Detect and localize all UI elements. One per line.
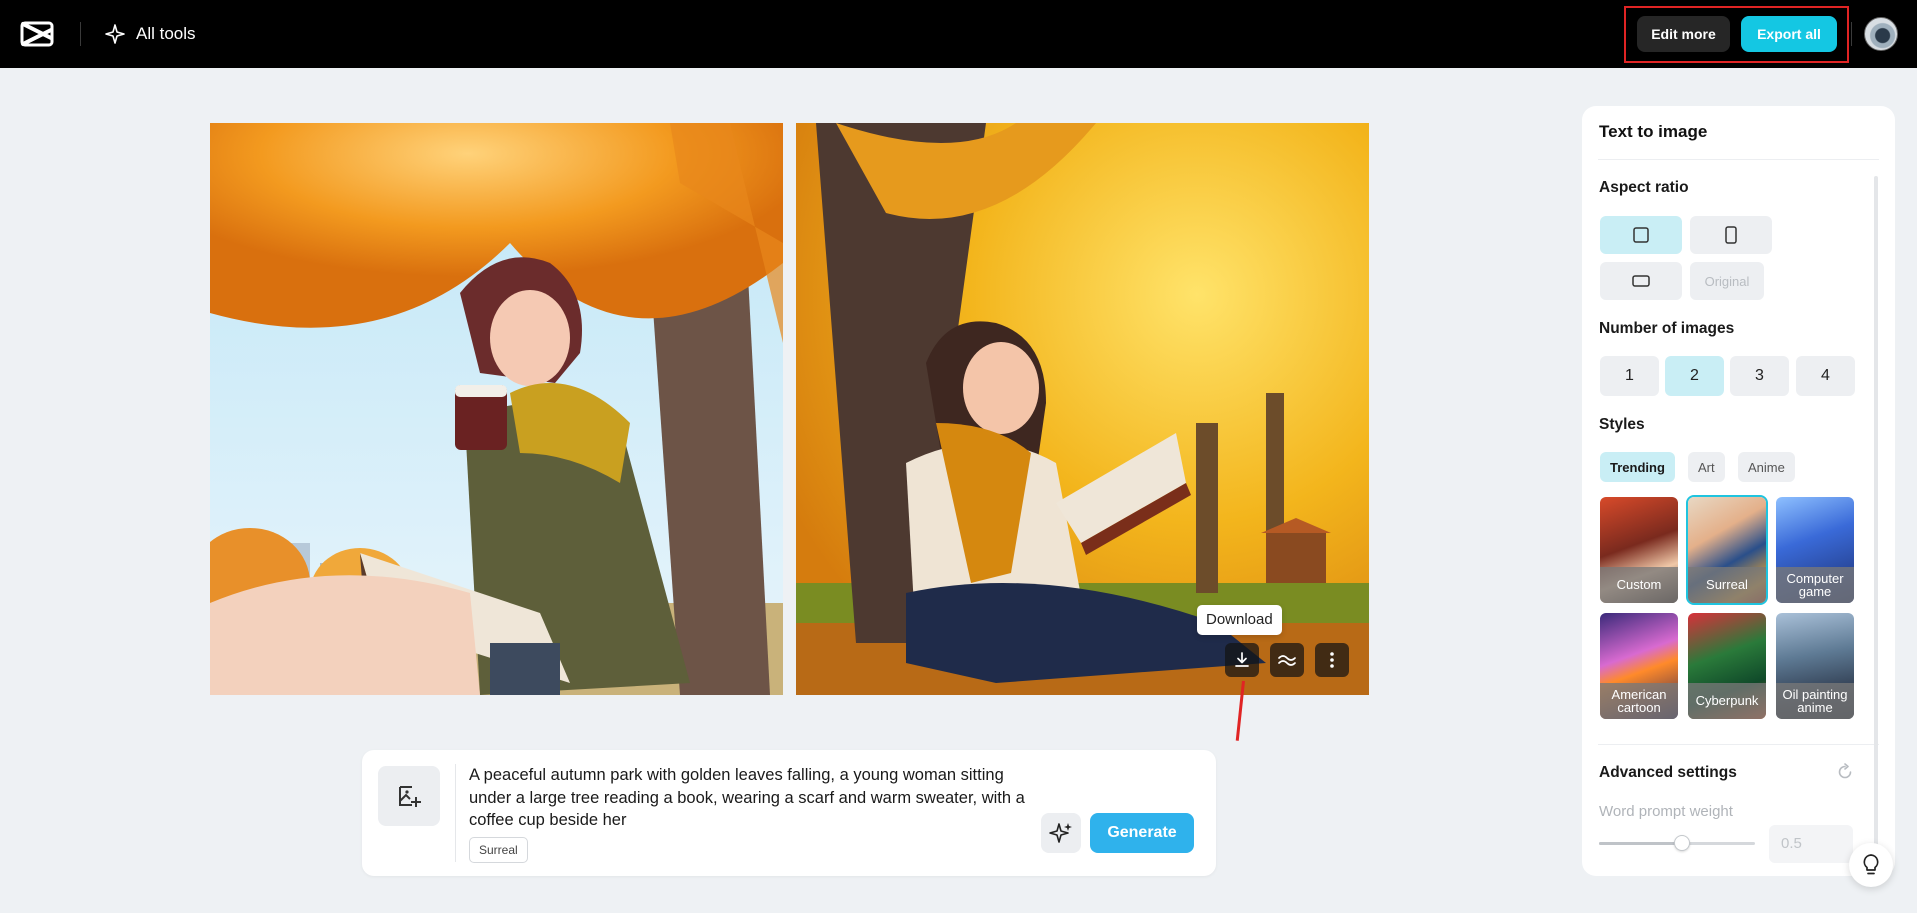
word-prompt-weight-input[interactable]: 0.5 bbox=[1769, 825, 1853, 863]
landscape-icon bbox=[1632, 275, 1650, 287]
style-card-label: Oil painting anime bbox=[1776, 683, 1854, 719]
all-tools-button[interactable]: All tools bbox=[104, 20, 196, 48]
num-images-2[interactable]: 2 bbox=[1665, 356, 1724, 396]
export-all-button[interactable]: Export all bbox=[1741, 16, 1837, 52]
add-reference-image-button[interactable] bbox=[378, 766, 440, 826]
styles-label: Styles bbox=[1599, 416, 1645, 433]
style-card-computer-game[interactable]: Computer game bbox=[1776, 497, 1854, 603]
style-card-surreal[interactable]: Surreal bbox=[1686, 495, 1768, 605]
aspect-ratio-original-label: Original bbox=[1704, 273, 1750, 289]
autumn-reading-coffee-image bbox=[210, 123, 783, 695]
style-card-american-cartoon[interactable]: American cartoon bbox=[1600, 613, 1678, 719]
num-images-1[interactable]: 1 bbox=[1600, 356, 1659, 396]
aspect-ratio-portrait[interactable] bbox=[1690, 216, 1772, 254]
upscale-button[interactable] bbox=[1270, 643, 1304, 677]
style-card-custom[interactable]: Custom bbox=[1600, 497, 1678, 603]
lightbulb-icon bbox=[1863, 854, 1879, 875]
style-card-label: American cartoon bbox=[1600, 683, 1678, 719]
reset-icon[interactable] bbox=[1836, 763, 1854, 781]
more-options-button[interactable] bbox=[1315, 643, 1349, 677]
style-card-label: Surreal bbox=[1688, 567, 1766, 603]
generate-button[interactable]: Generate bbox=[1090, 813, 1194, 853]
download-tooltip: Download bbox=[1197, 605, 1282, 635]
divider bbox=[1598, 744, 1879, 745]
text-to-image-panel: Text to image Aspect ratio Original Numb… bbox=[1582, 106, 1895, 876]
enhance-prompt-button[interactable] bbox=[1041, 813, 1081, 853]
style-tag[interactable]: Surreal bbox=[469, 837, 528, 863]
advanced-settings-label: Advanced settings bbox=[1599, 764, 1737, 781]
portrait-icon bbox=[1725, 226, 1737, 244]
style-tab-art[interactable]: Art bbox=[1688, 452, 1725, 482]
capcut-logo-icon[interactable] bbox=[20, 20, 54, 48]
aspect-ratio-label: Aspect ratio bbox=[1599, 179, 1689, 196]
divider bbox=[80, 22, 81, 46]
sparkle-icon bbox=[105, 24, 125, 44]
panel-scrollbar[interactable] bbox=[1874, 176, 1878, 876]
prompt-bar: A peaceful autumn park with golden leave… bbox=[362, 750, 1216, 876]
edit-more-button[interactable]: Edit more bbox=[1637, 16, 1730, 52]
magic-sparkle-icon bbox=[1049, 823, 1072, 843]
divider bbox=[1851, 22, 1852, 46]
upscale-icon bbox=[1278, 655, 1296, 666]
style-tab-trending[interactable]: Trending bbox=[1600, 452, 1675, 482]
aspect-ratio-original[interactable]: Original bbox=[1690, 262, 1764, 300]
num-images-3[interactable]: 3 bbox=[1730, 356, 1789, 396]
style-card-label: Custom bbox=[1600, 567, 1678, 603]
style-card-oil-painting-anime[interactable]: Oil painting anime bbox=[1776, 613, 1854, 719]
autumn-reading-book-image bbox=[796, 123, 1369, 695]
style-tab-anime[interactable]: Anime bbox=[1738, 452, 1795, 482]
word-prompt-weight-label: Word prompt weight bbox=[1599, 803, 1733, 820]
avatar[interactable] bbox=[1864, 17, 1898, 51]
panel-title: Text to image bbox=[1599, 122, 1708, 141]
prompt-input[interactable]: A peaceful autumn park with golden leave… bbox=[469, 764, 1029, 832]
aspect-ratio-square[interactable] bbox=[1600, 216, 1682, 254]
top-bar: All tools Edit more Export all bbox=[0, 0, 1917, 68]
style-card-label: Cyberpunk bbox=[1688, 683, 1766, 719]
style-card-cyberpunk[interactable]: Cyberpunk bbox=[1688, 613, 1766, 719]
number-of-images-label: Number of images bbox=[1599, 320, 1735, 337]
aspect-ratio-landscape[interactable] bbox=[1600, 262, 1682, 300]
download-icon bbox=[1235, 652, 1249, 667]
download-button[interactable] bbox=[1225, 643, 1259, 677]
style-card-label: Computer game bbox=[1776, 567, 1854, 603]
slider-thumb[interactable] bbox=[1674, 835, 1690, 851]
add-image-icon bbox=[399, 786, 421, 807]
generated-image-1[interactable] bbox=[210, 123, 783, 695]
num-images-4[interactable]: 4 bbox=[1796, 356, 1855, 396]
tips-button[interactable] bbox=[1849, 843, 1893, 887]
all-tools-label: All tools bbox=[136, 24, 196, 43]
generated-image-2[interactable] bbox=[796, 123, 1369, 695]
square-icon bbox=[1633, 227, 1649, 243]
divider bbox=[1598, 159, 1879, 160]
divider bbox=[455, 764, 456, 862]
more-icon bbox=[1330, 652, 1334, 668]
slider-fill bbox=[1599, 842, 1677, 845]
